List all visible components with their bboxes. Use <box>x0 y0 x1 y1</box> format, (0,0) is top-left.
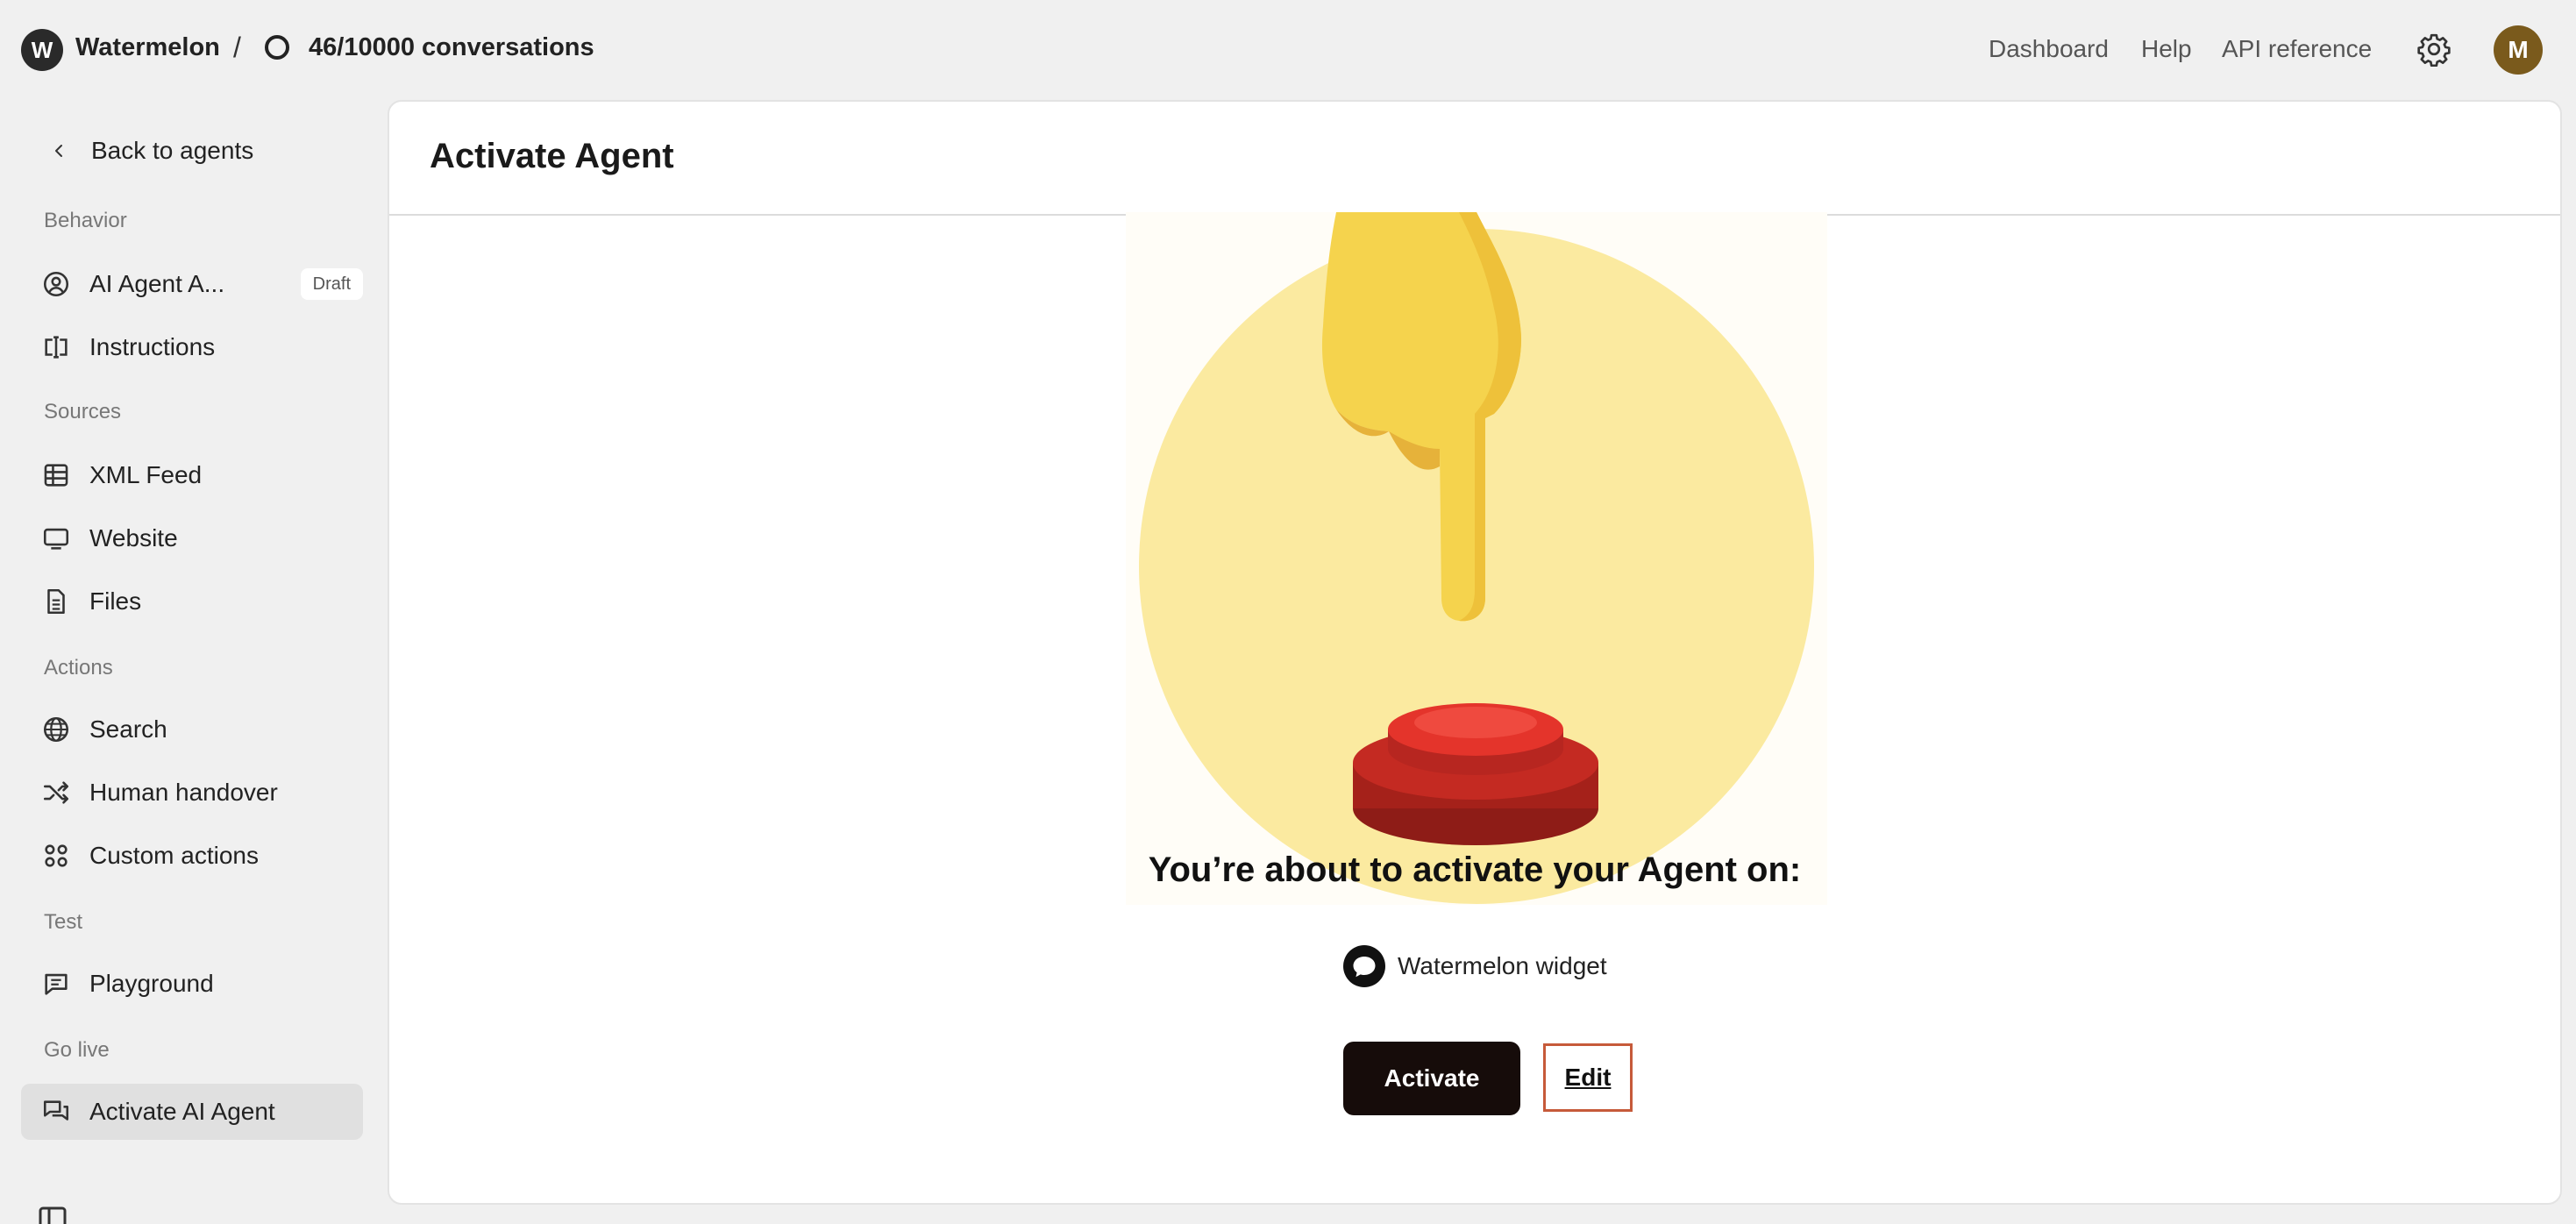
sidebar-item-label: Instructions <box>89 333 216 360</box>
sidebar-item-label: AI Agent A... <box>89 270 225 297</box>
file-icon <box>39 584 74 619</box>
user-circle-icon <box>39 267 74 302</box>
sidebar-item-custom-actions[interactable]: Custom actions <box>21 828 363 884</box>
sidebar-item-label: Search <box>89 715 167 743</box>
sidebar-item-label: XML Feed <box>89 461 203 488</box>
chat-bubbles-icon <box>39 1094 74 1129</box>
section-title-test: Test <box>44 910 83 934</box>
sidebar-item-ai-agent[interactable]: AI Agent A... Draft <box>21 256 363 312</box>
sidebar-item-label: Files <box>89 587 142 615</box>
globe-icon <box>39 712 74 747</box>
dashboard-link[interactable]: Dashboard <box>1989 35 2109 63</box>
sidebar-item-label: Custom actions <box>89 842 259 869</box>
sidebar-item-label: Human handover <box>89 779 278 806</box>
conversation-usage-icon <box>265 35 289 60</box>
sidebar-item-activate-ai-agent[interactable]: Activate AI Agent <box>21 1084 363 1140</box>
sidebar-item-search[interactable]: Search <box>21 701 363 758</box>
sidebar-item-label: Activate AI Agent <box>89 1098 275 1125</box>
section-title-sources: Sources <box>44 400 122 423</box>
help-link[interactable]: Help <box>2141 35 2192 63</box>
draft-badge: Draft <box>300 268 363 300</box>
sidebar-item-human-handover[interactable]: Human handover <box>21 765 363 821</box>
section-title-behavior: Behavior <box>44 209 127 232</box>
back-to-agents-label: Back to agents <box>91 137 254 164</box>
panel-header: Activate Agent <box>389 102 2560 216</box>
sidebar-item-website[interactable]: Website <box>21 510 363 566</box>
edit-button[interactable]: Edit <box>1543 1043 1633 1112</box>
sidebar-item-instructions[interactable]: Instructions <box>21 319 363 375</box>
monitor-icon <box>39 521 74 556</box>
sidebar-item-files[interactable]: Files <box>21 573 363 630</box>
gear-icon[interactable] <box>2416 32 2451 67</box>
page-title: Activate Agent <box>430 137 674 175</box>
top-bar: W Watermelon / 46/10000 conversations Da… <box>0 0 2576 98</box>
activate-illustration <box>1126 212 1827 905</box>
sidebar-item-label: Website <box>89 524 178 552</box>
back-to-agents-link[interactable]: Back to agents <box>21 130 363 172</box>
sidebar-item-label: Playground <box>89 970 214 997</box>
table-icon <box>39 458 74 493</box>
shuffle-icon <box>39 775 74 810</box>
api-reference-link[interactable]: API reference <box>2222 35 2372 63</box>
conversation-usage: 46/10000 conversations <box>309 33 594 61</box>
main-panel: Activate Agent You’re about to activate … <box>388 100 2562 1205</box>
collapse-sidebar-icon[interactable] <box>39 1206 67 1224</box>
activation-headline: You’re about to activate your Agent on: <box>1148 850 1802 889</box>
widget-chat-icon <box>1343 945 1385 987</box>
workspace-name[interactable]: Watermelon <box>75 33 220 62</box>
chat-bubble-icon <box>39 966 74 1001</box>
breadcrumb-separator: / <box>233 32 241 63</box>
channel-item: Watermelon widget <box>1343 945 1607 987</box>
chevron-left-icon <box>55 145 62 157</box>
activate-button[interactable]: Activate <box>1343 1042 1520 1115</box>
text-cursor-icon <box>39 330 74 365</box>
red-button-graphic <box>1353 703 1598 845</box>
channel-label: Watermelon widget <box>1398 952 1607 979</box>
section-title-go-live: Go live <box>44 1038 110 1062</box>
watermelon-logo[interactable]: W <box>21 29 63 71</box>
sidebar-item-xml-feed[interactable]: XML Feed <box>21 447 363 503</box>
sidebar-item-playground[interactable]: Playground <box>21 956 363 1012</box>
section-title-actions: Actions <box>44 656 113 680</box>
grid-icon <box>39 838 74 873</box>
user-avatar[interactable]: M <box>2494 25 2543 75</box>
